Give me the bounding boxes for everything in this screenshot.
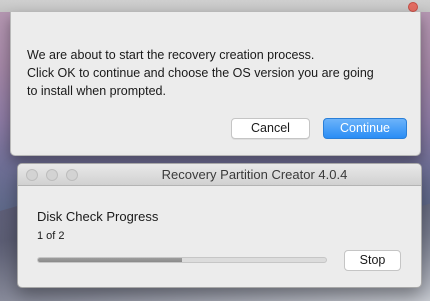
progress-bar-fill — [38, 258, 182, 262]
title-bar[interactable]: Recovery Partition Creator 4.0.4 — [18, 164, 421, 186]
alert-sheet: We are about to start the recovery creat… — [10, 12, 421, 156]
window-title: Recovery Partition Creator 4.0.4 — [161, 167, 348, 182]
close-icon[interactable] — [408, 2, 418, 12]
alert-message-line: to install when prompted. — [27, 84, 166, 98]
cancel-button[interactable]: Cancel — [231, 118, 310, 139]
alert-message-line: We are about to start the recovery creat… — [27, 48, 315, 62]
progress-window: Recovery Partition Creator 4.0.4 Disk Ch… — [17, 163, 422, 288]
alert-message-line: Click OK to continue and choose the OS v… — [27, 66, 374, 80]
background-window-titlebar — [0, 0, 430, 12]
stop-button[interactable]: Stop — [344, 250, 401, 271]
progress-bar — [37, 257, 327, 263]
continue-button[interactable]: Continue — [323, 118, 407, 139]
task-title: Disk Check Progress — [37, 209, 159, 224]
alert-message: We are about to start the recovery creat… — [27, 46, 412, 100]
step-counter: 1 of 2 — [37, 230, 65, 242]
